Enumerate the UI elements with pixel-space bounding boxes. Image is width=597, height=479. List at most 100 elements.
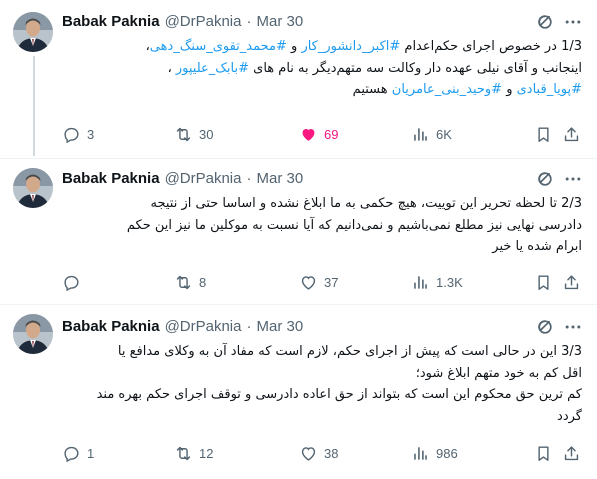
like-count: 69 [324,126,339,142]
hashtag-link[interactable]: #بابک_علیپور [176,61,249,76]
tweet-text-line: 1/3 در خصوص اجرای حکم‌اعدام #اکبر_دانشور… [62,36,582,58]
text-segment: 2/3 تا لحظه تحریر این توییت، هیچ حکمی به… [150,196,583,211]
separator-dot: · [246,317,252,335]
text-segment: ، [167,60,176,76]
avatar[interactable] [13,12,53,52]
avatar[interactable] [13,168,53,208]
like-icon [299,125,318,144]
hashtag-link[interactable]: #محمد_تقوی_سنگ_دهی [150,39,287,54]
grok-icon[interactable] [535,12,555,32]
share-icon [562,125,581,144]
share-icon [562,273,581,292]
bookmark-button[interactable] [534,442,553,464]
tweet-header: Babak Paknia @DrPaknia · Mar 30 [62,168,303,188]
more-icon[interactable] [563,317,583,337]
text-segment: هستیم [352,82,392,97]
views-count: 1.3K [436,274,463,290]
tweet-header: Babak Paknia @DrPaknia · Mar 30 [62,11,303,31]
author-name[interactable]: Babak Paknia [62,13,160,30]
reply-count: 3 [87,126,95,142]
tweet-date[interactable]: Mar 30 [256,13,303,30]
reply-button[interactable]: 3 [62,123,94,145]
tweet-actions: 1 12 38 986 [62,442,582,464]
bookmark-icon [534,273,553,292]
like-button[interactable]: 38 [299,442,338,464]
share-button[interactable] [562,123,581,145]
reply-button[interactable] [62,271,87,293]
retweet-count: 30 [199,126,214,142]
reply-count: 1 [87,445,95,461]
text-segment: و [502,82,517,97]
grok-icon[interactable] [535,317,555,337]
tweet-date[interactable]: Mar 30 [256,318,303,335]
views-button[interactable]: 1.3K [411,271,463,293]
tweet-text-line: ابرام شده یا خیر [62,236,582,258]
views-icon [411,273,430,292]
tweet-text: 2/3 تا لحظه تحریر این توییت، هیچ حکمی به… [62,193,582,258]
views-count: 6K [436,126,452,142]
more-icon[interactable] [563,169,583,189]
tweet-text-line: اینجانب و آقای نیلی عهده دار وکالت سه مت… [62,58,582,80]
author-handle[interactable]: @DrPaknia [165,318,242,335]
like-count: 37 [324,274,339,290]
tweet-date[interactable]: Mar 30 [256,170,303,187]
like-count: 38 [324,445,339,461]
tweet-text-line: اقل کم به خود متهم ابلاغ شود؛ [62,363,582,385]
tweet-actions: 3 30 69 6K [62,123,582,145]
grok-icon[interactable] [535,169,555,189]
hashtag-link[interactable]: #وحید_بنی_عامریان [392,82,502,97]
avatar[interactable] [13,314,53,354]
text-segment: ابرام شده یا خیر [492,239,582,254]
hashtag-link[interactable]: #پویا_قبادی [517,82,582,97]
views-button[interactable]: 6K [411,123,452,145]
text-segment: اقل کم به خود متهم ابلاغ شود؛ [415,365,582,381]
tweet[interactable]: Babak Paknia @DrPaknia · Mar 30 1/3 در خصوص … [0,0,597,158]
views-icon [411,125,430,144]
share-button[interactable] [562,442,581,464]
like-button[interactable]: 69 [299,123,338,145]
text-segment: 1/3 در خصوص اجرای حکم‌اعدام [400,39,582,54]
views-button[interactable]: 986 [411,442,458,464]
retweet-button[interactable]: 30 [174,123,213,145]
bookmark-button[interactable] [534,123,553,145]
share-button[interactable] [562,271,581,293]
retweet-icon [174,444,193,463]
like-button[interactable]: 37 [299,271,338,293]
bookmark-icon [534,444,553,463]
text-segment: دادرسی نهایی نیز مطلع نمی‌باشیم و نمی‌دا… [126,217,582,233]
retweet-icon [174,125,193,144]
author-name[interactable]: Babak Paknia [62,318,160,335]
bookmark-button[interactable] [534,271,553,293]
tweet[interactable]: Babak Paknia @DrPaknia · Mar 30 3/3 این در ح… [0,304,597,479]
tweet-text-line: دادرسی نهایی نیز مطلع نمی‌باشیم و نمی‌دا… [62,215,582,237]
author-name[interactable]: Babak Paknia [62,170,160,187]
tweet-text-line: 3/3 این در حالی است که پیش از اجرای حکم،… [62,341,582,363]
text-segment: اینجانب و آقای نیلی عهده دار وکالت سه مت… [249,60,582,76]
tweet[interactable]: Babak Paknia @DrPaknia · Mar 30 2/3 تا لحظه … [0,158,597,305]
like-icon [299,273,318,292]
tweet-text: 1/3 در خصوص اجرای حکم‌اعدام #اکبر_دانشور… [62,36,582,101]
separator-dot: · [246,12,252,30]
text-segment: گردد [557,408,582,424]
reply-icon [62,125,81,144]
more-icon[interactable] [563,12,583,32]
retweet-button[interactable]: 8 [174,271,206,293]
tweet-text-line: گردد [62,406,582,428]
retweet-count: 12 [199,445,214,461]
separator-dot: · [246,169,252,187]
author-handle[interactable]: @DrPaknia [165,13,242,30]
tweet-actions: 8 37 1.3K [62,271,582,293]
bookmark-icon [534,125,553,144]
text-segment: کم ترین حق محکوم این است که بتواند از حق… [96,387,582,402]
author-handle[interactable]: @DrPaknia [165,170,242,187]
text-segment: 3/3 این در حالی است که پیش از اجرای حکم،… [117,344,582,359]
hashtag-link[interactable]: #اکبر_دانشور_کار [301,39,400,54]
tweet-text-line: 2/3 تا لحظه تحریر این توییت، هیچ حکمی به… [62,193,583,215]
reply-button[interactable]: 1 [62,442,94,464]
tweet-header: Babak Paknia @DrPaknia · Mar 30 [62,316,303,336]
reply-icon [62,273,81,292]
tweet-text-line: #پویا_قبادی و #وحید_بنی_عامریان هستیم [62,79,582,101]
tweet-text-line: کم ترین حق محکوم این است که بتواند از حق… [62,384,582,406]
retweet-button[interactable]: 12 [174,442,213,464]
retweet-icon [174,273,193,292]
